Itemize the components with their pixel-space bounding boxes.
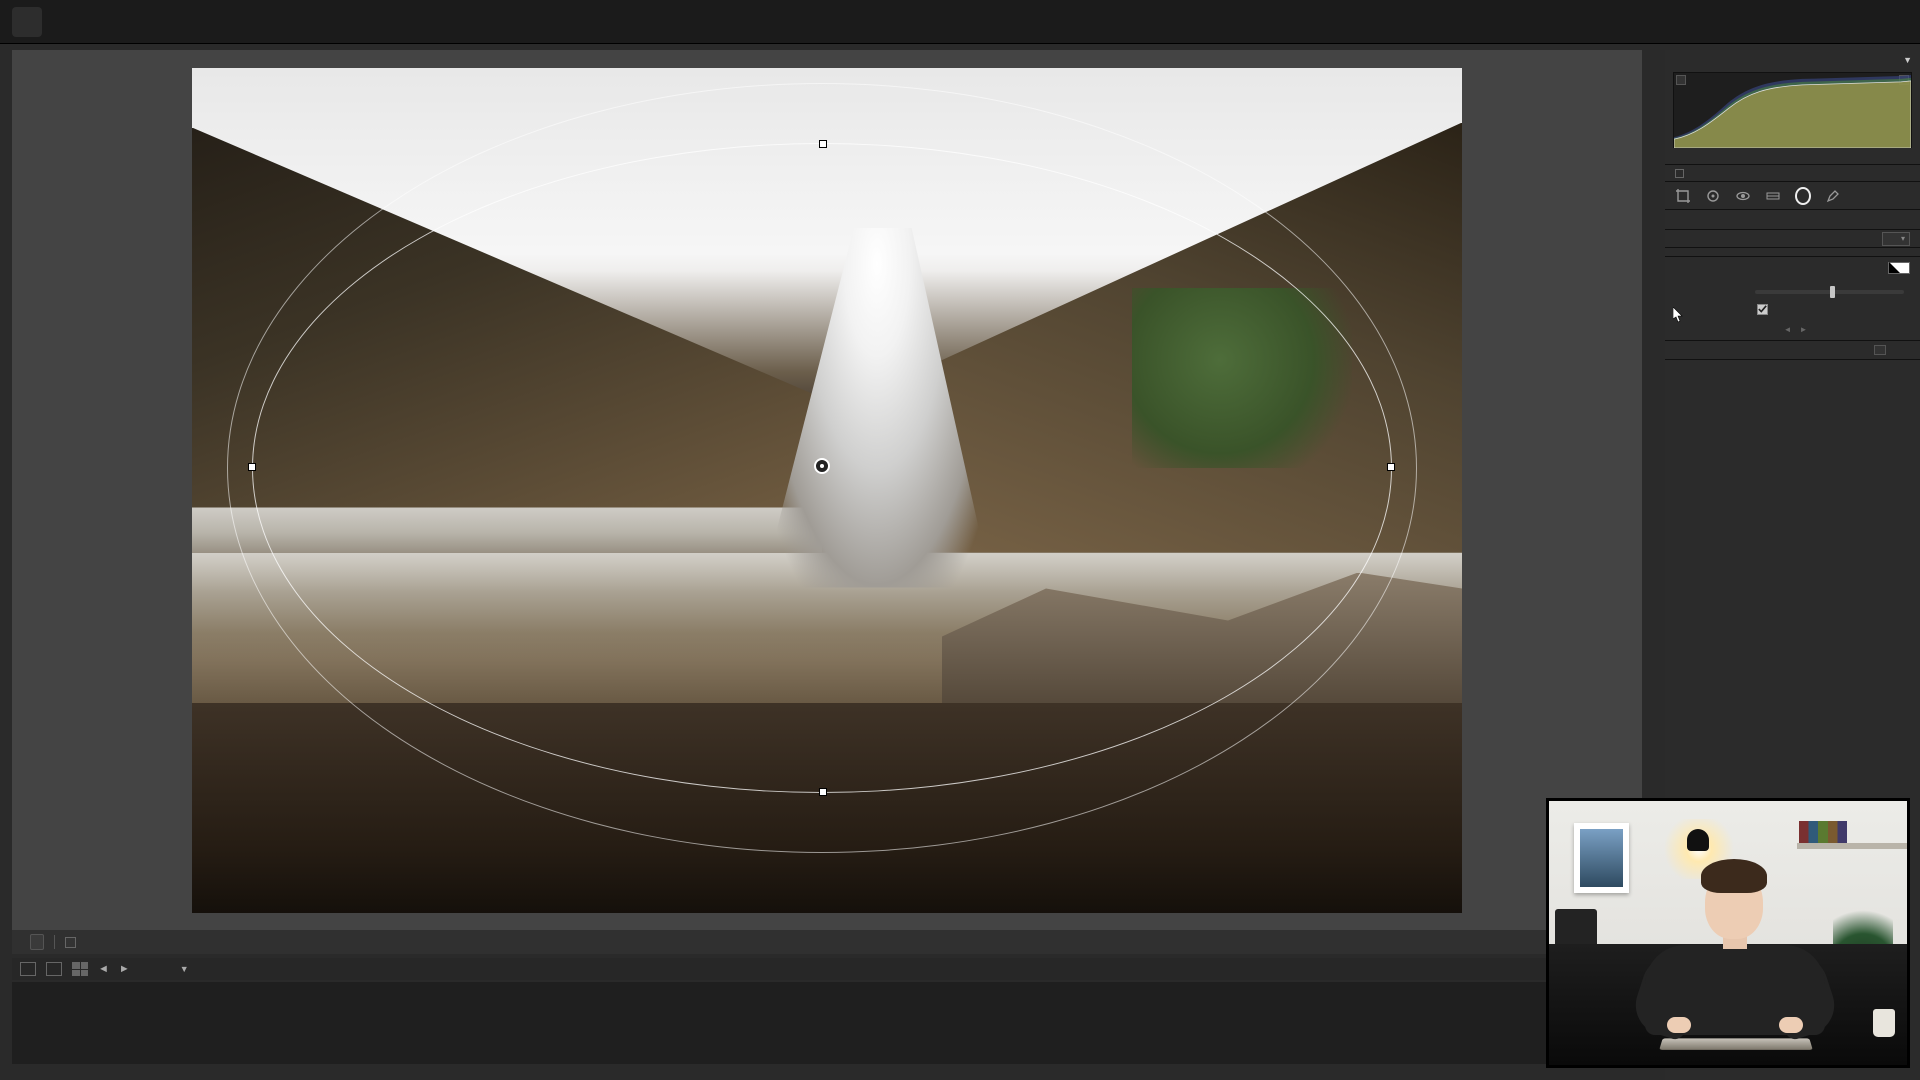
filmstrip-info-bar: ◄ ► ▼ ⚑ 🔒	[12, 958, 1642, 980]
panel-toggle-icon[interactable]	[1874, 345, 1886, 355]
first-monitor-icon[interactable]	[46, 962, 62, 976]
original-photo-toggle[interactable]	[1665, 164, 1920, 182]
radial-handle-left[interactable]	[248, 463, 256, 471]
invert-checkbox[interactable]	[1757, 304, 1768, 315]
range-mask-row: ◄►	[1665, 318, 1920, 340]
brush-tool-icon[interactable]	[1825, 188, 1841, 204]
webcam-overlay	[1548, 800, 1908, 1066]
radial-handle-top[interactable]	[819, 140, 827, 148]
color-row	[1665, 256, 1920, 278]
color-swatch[interactable]	[1888, 262, 1910, 274]
local-adjust-toolstrip	[1665, 182, 1920, 210]
mask-mode-tabs	[1665, 210, 1920, 230]
nav-fwd-icon[interactable]: ►	[119, 963, 130, 975]
histogram[interactable]	[1673, 72, 1912, 148]
app-titlebar	[0, 0, 1920, 44]
effect-preset-dropdown[interactable]	[1882, 232, 1910, 246]
graduated-tool-icon[interactable]	[1765, 188, 1781, 204]
radial-handle-right[interactable]	[1387, 463, 1395, 471]
crop-tool-icon[interactable]	[1675, 188, 1691, 204]
radial-filter-pin[interactable]	[814, 458, 830, 474]
histogram-meta	[1665, 150, 1920, 164]
photo-preview[interactable]	[192, 68, 1462, 913]
effect-preset-row	[1665, 230, 1920, 248]
spot-tool-icon[interactable]	[1705, 188, 1721, 204]
overlay-checkbox[interactable]	[65, 937, 76, 948]
second-monitor-icon[interactable]	[20, 962, 36, 976]
radial-handle-bottom[interactable]	[819, 788, 827, 796]
edit-pins-mode-dropdown[interactable]	[30, 934, 44, 950]
radial-tool-icon[interactable]	[1795, 188, 1811, 204]
grid-view-icon[interactable]	[72, 962, 88, 976]
adjustment-sliders	[1665, 248, 1920, 256]
feather-slider[interactable]	[1755, 290, 1904, 294]
histogram-header[interactable]: ▼	[1665, 50, 1920, 70]
image-toolbar	[12, 930, 1642, 954]
image-canvas[interactable]	[12, 50, 1642, 930]
app-logo	[12, 7, 42, 37]
redeye-tool-icon[interactable]	[1735, 188, 1751, 204]
nav-back-icon[interactable]: ◄	[98, 963, 109, 975]
